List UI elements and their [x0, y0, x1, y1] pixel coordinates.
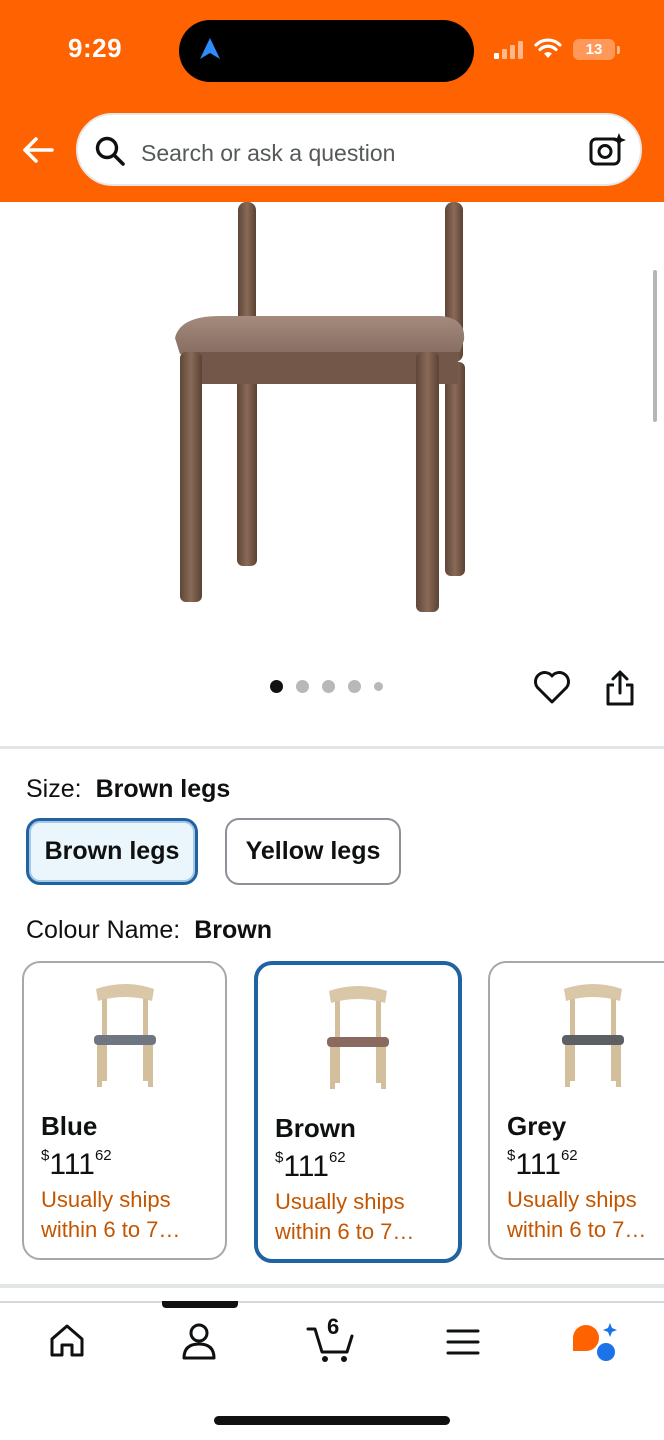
selected-size: Brown legs: [95, 775, 231, 803]
price-fraction: 62: [560, 1147, 578, 1164]
price-whole: 111: [515, 1148, 561, 1181]
menu-icon[interactable]: [446, 1328, 480, 1356]
product-image[interactable]: [0, 202, 664, 662]
share-icon[interactable]: [604, 669, 636, 707]
size-option-label: Yellow legs: [245, 837, 381, 865]
colour-option-blue[interactable]: Blue $11162 Usually ships within 6 to 7…: [22, 961, 227, 1260]
price-fraction: 62: [328, 1149, 346, 1166]
battery-level: 13: [585, 41, 603, 58]
colour-name: Grey: [507, 1111, 567, 1141]
price: $11162: [275, 1149, 346, 1184]
price-whole: 111: [49, 1148, 95, 1181]
size-label-row: Size: Brown legs: [26, 775, 230, 804]
home-icon[interactable]: [48, 1322, 86, 1360]
price: $11162: [41, 1147, 112, 1182]
shipping-note: Usually ships within 6 to 7…: [41, 1187, 181, 1242]
search-input[interactable]: Search or ask a question: [141, 140, 395, 167]
search-icon: [95, 136, 125, 166]
carousel-dot[interactable]: [322, 680, 335, 693]
colour-label: Colour Name:: [26, 916, 181, 944]
drag-handle[interactable]: [162, 1301, 238, 1308]
scroll-bar[interactable]: [653, 270, 657, 422]
dynamic-island: [179, 20, 474, 82]
colour-option-brown[interactable]: Brown $11162 Usually ships within 6 to 7…: [254, 961, 462, 1263]
section-divider: [0, 746, 664, 749]
location-arrow-icon: [200, 38, 220, 59]
size-option-label: Brown legs: [44, 837, 180, 865]
carousel-dot[interactable]: [296, 680, 309, 693]
cart-count-badge: 6: [327, 1314, 340, 1339]
battery-indicator: 13: [573, 39, 620, 60]
camera-lens-icon[interactable]: [588, 131, 626, 169]
chair-thumbnail: [93, 984, 156, 1087]
chair-thumbnail: [562, 984, 624, 1087]
back-arrow-icon[interactable]: [18, 130, 58, 170]
section-divider: [0, 1284, 664, 1288]
wifi-icon: [534, 38, 562, 58]
heart-icon[interactable]: [533, 669, 571, 705]
search-bar[interactable]: Search or ask a question: [76, 113, 642, 186]
account-icon[interactable]: [180, 1322, 218, 1362]
size-option-yellow-legs[interactable]: Yellow legs: [225, 818, 401, 885]
price: $11162: [507, 1147, 578, 1182]
image-carousel-dots[interactable]: [270, 680, 383, 693]
colour-name: Blue: [41, 1111, 98, 1141]
selected-colour: Brown: [194, 916, 273, 944]
chair-thumbnail: [327, 986, 389, 1089]
signal-icon: [494, 41, 523, 59]
price-whole: 111: [283, 1150, 329, 1183]
shipping-note: Usually ships within 6 to 7…: [275, 1189, 415, 1244]
size-label: Size:: [26, 775, 82, 803]
size-option-brown-legs[interactable]: Brown legs: [26, 818, 198, 885]
colour-option-grey[interactable]: Grey $11162 Usually ships within 6 to 7…: [488, 961, 664, 1260]
rufus-assistant-icon[interactable]: [570, 1322, 618, 1364]
price-fraction: 62: [94, 1147, 112, 1164]
shipping-note: Usually ships within 6 to 7…: [507, 1187, 647, 1242]
status-time: 9:29: [68, 33, 123, 63]
carousel-dot[interactable]: [348, 680, 361, 693]
home-indicator[interactable]: [214, 1416, 450, 1425]
colour-label-row: Colour Name: Brown: [26, 916, 272, 945]
colour-name: Brown: [275, 1113, 356, 1143]
carousel-dot[interactable]: [374, 682, 383, 691]
carousel-dot[interactable]: [270, 680, 283, 693]
